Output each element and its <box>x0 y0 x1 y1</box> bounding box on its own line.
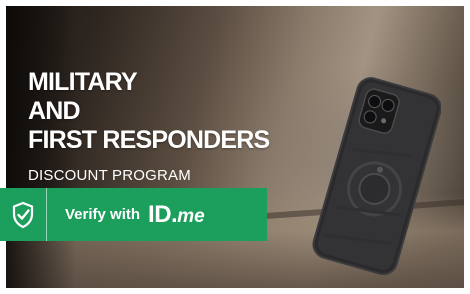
promo-subheadline: DISCOUNT PROGRAM <box>28 167 191 184</box>
headline-line-1: MILITARY <box>28 68 138 96</box>
shield-check-icon <box>12 201 34 228</box>
shield-icon-wrapper <box>0 188 47 241</box>
headline-line-3: FIRST RESPONDERS <box>28 126 270 154</box>
idme-logo-me: me <box>177 205 205 227</box>
phone-case-image <box>312 77 441 276</box>
verify-with-idme-button[interactable]: Verify with ID . me <box>0 188 267 241</box>
idme-logo-id: ID <box>148 200 172 228</box>
idme-logo: ID . me <box>148 201 205 229</box>
verify-button-label: Verify with <box>65 206 141 223</box>
promo-banner: MILITARY AND FIRST RESPONDERS DISCOUNT P… <box>6 6 464 288</box>
headline-line-2: AND <box>28 97 81 125</box>
promo-headline: MILITARY AND FIRST RESPONDERS <box>28 68 270 155</box>
